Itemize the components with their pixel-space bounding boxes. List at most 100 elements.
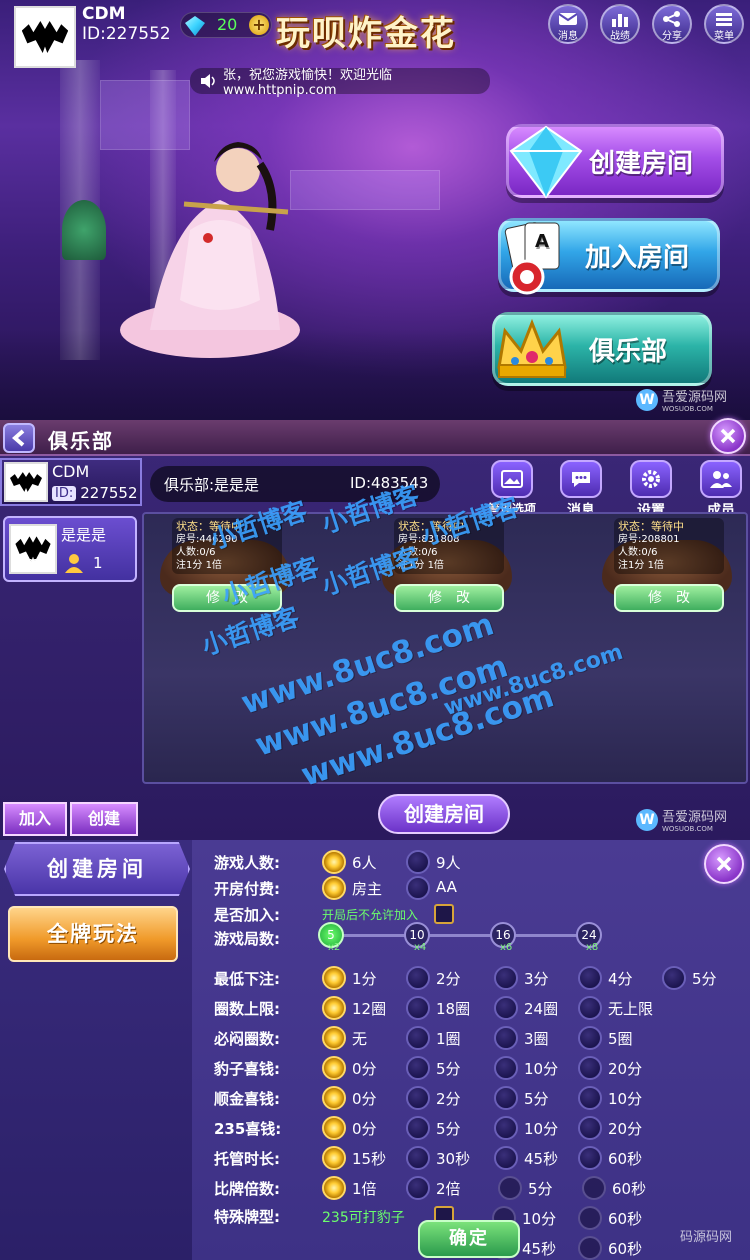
overlay-radio[interactable]: [498, 1176, 522, 1200]
option-radio[interactable]: [494, 1086, 518, 1110]
join-room-button[interactable]: A 加入房间: [498, 218, 720, 295]
option-radio[interactable]: [494, 1056, 518, 1080]
option-radio[interactable]: [322, 1146, 346, 1170]
round-multiplier: x4: [414, 942, 427, 953]
back-button[interactable]: [3, 423, 35, 453]
table-info: 状态：等待中 房号:208801 人数:0/6 注1分 1倍: [614, 518, 724, 574]
player-avatar[interactable]: SAFE: [14, 6, 76, 68]
option-label: 游戏局数:: [214, 930, 280, 948]
overlay-option-text: 60秒: [612, 1180, 647, 1198]
create-room-screen: 创建房间 全牌玩法 游戏人数: 6人 9人 开房付费: 房主 AA 是否加入: 开局后不允许加…: [0, 840, 750, 1260]
add-gems-button[interactable]: +: [249, 15, 269, 35]
option-label: 特殊牌型:: [214, 1208, 280, 1226]
create-club-tab[interactable]: 创建: [70, 802, 138, 836]
option-radio[interactable]: [322, 966, 346, 990]
option-label: 豹子喜钱:: [214, 1060, 280, 1078]
option-radio[interactable]: [406, 850, 430, 874]
modify-table-button[interactable]: 修改: [614, 584, 724, 612]
option-radio[interactable]: [406, 1026, 430, 1050]
overlay-radio[interactable]: [582, 1176, 606, 1200]
option-radio[interactable]: [578, 1116, 602, 1140]
option-label: 最低下注:: [214, 970, 280, 988]
option-note: 235可打豹子: [322, 1210, 405, 1226]
site-watermark: 码源码网: [680, 1230, 733, 1245]
chevron-left-icon: [12, 429, 25, 447]
close-club-button[interactable]: [710, 418, 746, 454]
option-radio[interactable]: [406, 1086, 430, 1110]
club-list-item[interactable]: SAFE 是是是 1: [3, 516, 137, 582]
club-label: 俱乐部: [588, 336, 667, 367]
option-text: 5分: [524, 1090, 549, 1108]
option-radio[interactable]: [406, 1056, 430, 1080]
option-label: 顺金喜钱:: [214, 1090, 280, 1108]
option-note: 开局后不允许加入: [322, 908, 419, 922]
menu-label: 菜单: [714, 31, 734, 42]
image-icon: [501, 470, 523, 488]
option-text: 1倍: [352, 1180, 377, 1198]
create-room-button[interactable]: 创建房间: [506, 124, 724, 199]
option-radio[interactable]: [578, 1146, 602, 1170]
bar-chart-icon: [612, 14, 628, 27]
option-radio[interactable]: [322, 1116, 346, 1140]
menu-button[interactable]: 菜单: [704, 4, 744, 44]
avatar-text: SAFE: [34, 52, 56, 60]
message-label: 消息: [558, 31, 578, 42]
option-radio[interactable]: [578, 1086, 602, 1110]
svg-text:A: A: [535, 231, 549, 252]
character-illustration: [120, 142, 300, 358]
envelope-icon: [558, 13, 578, 25]
option-radio[interactable]: [494, 1116, 518, 1140]
option-radio[interactable]: [322, 1176, 346, 1200]
option-radio[interactable]: [406, 1116, 430, 1140]
overlay-radio[interactable]: [578, 1236, 602, 1260]
confirm-button[interactable]: 确定: [418, 1220, 520, 1258]
option-label: 托管时长:: [214, 1150, 280, 1168]
record-button[interactable]: 战绩: [600, 4, 640, 44]
join-club-tab[interactable]: 加入: [3, 802, 67, 836]
option-radio[interactable]: [322, 1056, 346, 1080]
create-tab-label: 创建: [87, 809, 120, 828]
option-radio[interactable]: [406, 996, 430, 1020]
rounds-track: [330, 934, 592, 937]
table-multiplier: 1倍: [647, 560, 664, 571]
club-settings-button[interactable]: 设置: [627, 460, 675, 520]
table-score: 注1分: [176, 560, 203, 571]
option-text: 45秒: [524, 1150, 559, 1168]
option-checkbox[interactable]: [434, 904, 454, 924]
option-radio[interactable]: [406, 1176, 430, 1200]
overlay-radio[interactable]: [578, 1206, 602, 1230]
club-button[interactable]: 俱乐部: [492, 312, 712, 386]
option-radio[interactable]: [322, 850, 346, 874]
club-create-room-button[interactable]: 创建房间: [378, 794, 510, 834]
option-radio[interactable]: [494, 996, 518, 1020]
game-table[interactable]: 状态：等待中 房号:208801 人数:0/6 注1分 1倍 修改: [592, 518, 742, 618]
message-button[interactable]: 消息: [548, 4, 588, 44]
club-members-button[interactable]: 成员: [697, 460, 745, 520]
option-radio[interactable]: [494, 1026, 518, 1050]
option-radio[interactable]: [578, 966, 602, 990]
option-radio[interactable]: [406, 1146, 430, 1170]
option-radio[interactable]: [578, 1026, 602, 1050]
option-radio[interactable]: [406, 876, 430, 900]
option-radio[interactable]: [322, 1086, 346, 1110]
option-radio[interactable]: [578, 996, 602, 1020]
club-message-button[interactable]: 消息: [557, 460, 605, 520]
option-radio[interactable]: [322, 996, 346, 1020]
option-radio[interactable]: [322, 1026, 346, 1050]
table-multiplier: 1倍: [427, 560, 444, 571]
option-text: 5分: [436, 1120, 461, 1138]
round-multiplier: x8: [586, 942, 599, 953]
option-radio[interactable]: [662, 966, 686, 990]
option-radio[interactable]: [494, 966, 518, 990]
option-radio[interactable]: [578, 1056, 602, 1080]
option-text: 1分: [352, 970, 377, 988]
option-radio[interactable]: [322, 876, 346, 900]
join-tab-label: 加入: [18, 809, 51, 828]
hall-bar: [290, 170, 440, 210]
round-multiplier: x6: [500, 942, 513, 953]
share-button[interactable]: 分享: [652, 4, 692, 44]
option-text: 12圈: [352, 1000, 387, 1018]
option-radio[interactable]: [406, 966, 430, 990]
option-radio[interactable]: [494, 1146, 518, 1170]
option-text: 18圈: [436, 1000, 471, 1018]
